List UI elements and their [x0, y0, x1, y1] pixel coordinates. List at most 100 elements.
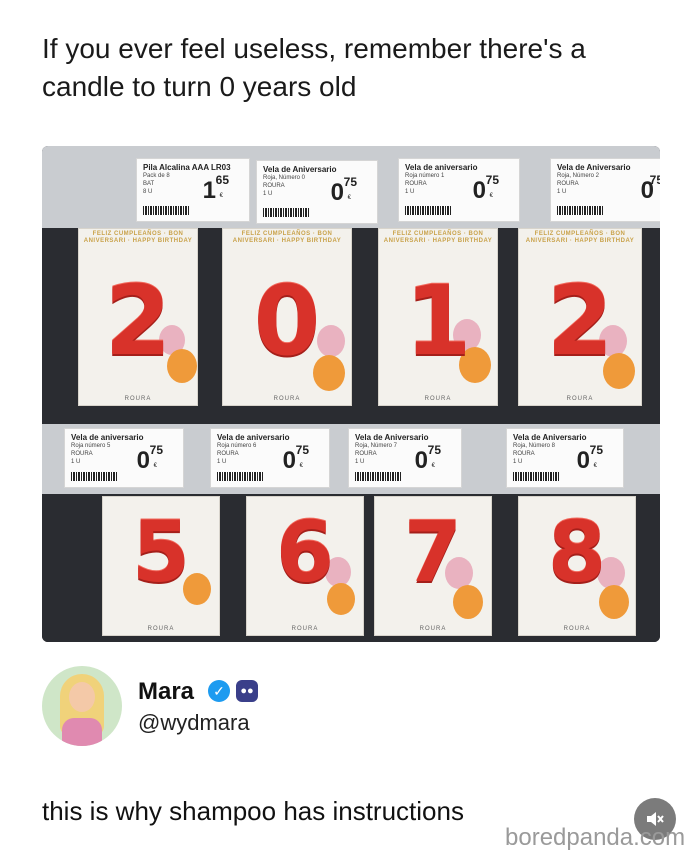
price-cents: 75 — [589, 443, 603, 457]
label-line: ROURA — [217, 451, 239, 457]
price-currency: € — [299, 463, 303, 469]
label-line: ROURA — [557, 181, 579, 187]
candle-card-1: FELIZ CUMPLEAÑOS · BON ANIVERSARI · HAPP… — [378, 228, 498, 406]
price-label-candle-1: Vela de aniversario Roja número 1 ROURA … — [398, 158, 520, 222]
candle-digit: 1 — [404, 265, 472, 377]
price-whole: 0 — [282, 447, 296, 474]
label-line: Roja, Número 0 — [263, 175, 306, 181]
label-title: Vela de aniversario — [217, 433, 290, 442]
candle-card-6: 6 ROURA — [246, 496, 364, 636]
label-line: BAT — [143, 181, 155, 187]
label-title: Vela de Aniversario — [355, 433, 429, 442]
price-currency: € — [431, 463, 435, 469]
label-line: 8 U — [143, 189, 153, 195]
candle-digit: 7 — [403, 503, 463, 601]
price-label-candle-5: Vela de aniversario Roja número 5 ROURA … — [64, 428, 184, 488]
label-line: ROURA — [263, 183, 285, 189]
barcode — [217, 472, 263, 481]
tweet-text: this is why shampoo has instructions — [42, 796, 464, 826]
card-brand: ROURA — [291, 626, 319, 632]
avatar-body — [62, 718, 102, 746]
candle-card-7: 7 ROURA — [374, 496, 492, 636]
price-whole: 0 — [330, 179, 344, 206]
label-line: 1 U — [557, 189, 567, 195]
price-cents: 75 — [343, 175, 357, 189]
price-cents: 75 — [149, 443, 163, 457]
card-brand: ROURA — [124, 396, 152, 402]
price-label-candle-2: Vela de Aniversario Roja, Número 2 ROURA… — [550, 158, 660, 222]
label-line: 1 U — [405, 189, 415, 195]
card-brand: ROURA — [419, 626, 447, 632]
candle-digit: 6 — [275, 503, 335, 601]
price-cents: 75 — [485, 173, 499, 187]
card-greeting: FELIZ CUMPLEAÑOS · BON ANIVERSARI · HAPP… — [232, 231, 342, 244]
label-title: Vela de Aniversario — [263, 165, 337, 174]
barcode — [557, 206, 603, 215]
candle-card-2: FELIZ CUMPLEAÑOS · BON ANIVERSARI · HAPP… — [518, 228, 642, 406]
candle-card-0: FELIZ CUMPLEAÑOS · BON ANIVERSARI · HAPP… — [222, 228, 352, 406]
barcode — [513, 472, 559, 481]
label-line: Roja, Número 7 — [355, 443, 398, 449]
label-title: Vela de Aniversario — [557, 163, 631, 172]
barcode — [355, 472, 401, 481]
label-line: 1 U — [71, 459, 81, 465]
label-line: Pack de 8 — [143, 173, 170, 179]
card-greeting: FELIZ CUMPLEAÑOS · BON ANIVERSARI · HAPP… — [83, 231, 193, 244]
label-line: Roja número 5 — [71, 443, 111, 449]
label-line: ROURA — [405, 181, 427, 187]
price-currency: € — [219, 193, 223, 199]
price-whole: 0 — [576, 447, 590, 474]
card-brand: ROURA — [424, 396, 452, 402]
display-name[interactable]: Mara — [138, 678, 194, 706]
price-label-candle-0: Vela de Aniversario Roja, Número 0 ROURA… — [256, 160, 378, 224]
post-photo[interactable]: Pila Alcalina AAA LR03 Pack de 8 BAT 8 U… — [42, 146, 660, 642]
avatar[interactable] — [42, 666, 122, 746]
user-handle[interactable]: @wydmara — [138, 710, 250, 736]
candle-digit: 5 — [131, 503, 191, 601]
candle-digit: 2 — [104, 265, 172, 377]
price-cents: 75 — [427, 443, 441, 457]
price-currency: € — [153, 463, 157, 469]
card-brand: ROURA — [147, 626, 175, 632]
price-whole: 0 — [136, 447, 150, 474]
label-line: ROURA — [355, 451, 377, 457]
verified-check-icon: ✓ — [208, 680, 230, 702]
label-line: ROURA — [71, 451, 93, 457]
candle-digit: 2 — [546, 265, 614, 377]
barcode — [143, 206, 189, 215]
watermark: boredpanda.com — [505, 824, 686, 851]
candle-card-2-left: FELIZ CUMPLEAÑOS · BON ANIVERSARI · HAPP… — [78, 228, 198, 406]
label-line: 1 U — [217, 459, 227, 465]
label-line: Roja número 1 — [405, 173, 445, 179]
label-line: ROURA — [513, 451, 535, 457]
candle-card-8: 8 ROURA — [518, 496, 636, 636]
price-whole: 1 — [202, 177, 216, 204]
price-cents: 75 — [649, 173, 660, 187]
price-whole: 0 — [414, 447, 428, 474]
barcode — [405, 206, 451, 215]
price-label-candle-6: Vela de aniversario Roja número 6 ROURA … — [210, 428, 330, 488]
label-line: Roja número 6 — [217, 443, 257, 449]
candle-digit: 8 — [547, 503, 607, 601]
candle-digit: 0 — [253, 265, 321, 377]
price-currency: € — [489, 193, 493, 199]
barcode — [263, 208, 309, 217]
label-line: 1 U — [513, 459, 523, 465]
card-greeting: FELIZ CUMPLEAÑOS · BON ANIVERSARI · HAPP… — [525, 231, 635, 244]
price-currency: € — [593, 463, 597, 469]
candle-card-5: 5 ROURA — [102, 496, 220, 636]
price-cents: 75 — [295, 443, 309, 457]
label-title: Vela de Aniversario — [513, 433, 587, 442]
label-line: Roja, Número 2 — [557, 173, 600, 179]
label-title: Pila Alcalina AAA LR03 — [143, 163, 231, 172]
price-cents: 65 — [215, 173, 229, 187]
label-title: Vela de aniversario — [405, 163, 478, 172]
price-whole: 0 — [472, 177, 486, 204]
price-label-candle-8: Vela de Aniversario Roja, Número 8 ROURA… — [506, 428, 624, 488]
post-title: If you ever feel useless, remember there… — [42, 33, 586, 102]
card-brand: ROURA — [273, 396, 301, 402]
card-greeting: FELIZ CUMPLEAÑOS · BON ANIVERSARI · HAPP… — [383, 231, 493, 244]
barcode — [71, 472, 117, 481]
card-brand: ROURA — [566, 396, 594, 402]
price-label-battery: Pila Alcalina AAA LR03 Pack de 8 BAT 8 U… — [136, 158, 250, 222]
